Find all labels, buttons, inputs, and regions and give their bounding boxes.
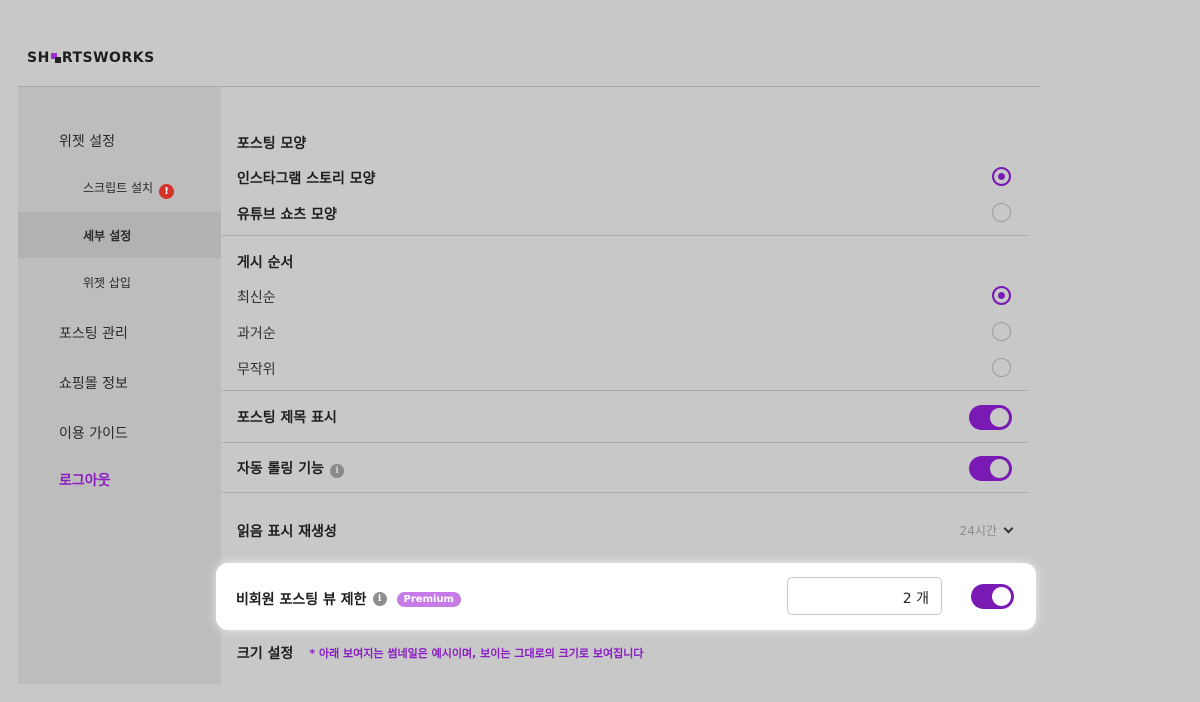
option-youtube-shorts[interactable]: 유튜브 쇼츠 모양 — [222, 203, 1028, 225]
setting-guest-view-limit: 비회원 포스팅 뷰 제한 i Premium 2 개 — [216, 563, 1036, 630]
option-label: 무작위 — [237, 362, 276, 378]
option-instagram-story[interactable]: 인스타그램 스토리 모양 — [222, 167, 1028, 189]
sidebar-item-label: 위젯 삽입 — [83, 276, 131, 290]
sidebar-item-label: 위젯 설정 — [59, 134, 115, 150]
radio-button[interactable] — [992, 358, 1011, 377]
info-icon[interactable]: i — [330, 464, 345, 478]
show-title-toggle[interactable] — [969, 405, 1012, 430]
sidebar-item-label: 이용 가이드 — [59, 426, 128, 442]
setting-label: 읽음 표시 재생성 — [237, 524, 337, 540]
guest-limit-value: 2 개 — [902, 591, 929, 607]
setting-label: 비회원 포스팅 뷰 제한 — [236, 592, 367, 608]
sidebar-item-label: 스크립트 설치 — [83, 181, 154, 195]
radio-button[interactable] — [992, 286, 1011, 305]
read-regen-dropdown[interactable]: 24시간 — [959, 522, 1014, 539]
section-title-posting-shape: 포스팅 모양 — [237, 136, 307, 152]
setting-label: 자동 롤링 기능 — [237, 461, 325, 477]
setting-read-regen: 읽음 표시 재생성 24시간 — [222, 519, 1028, 541]
sidebar-item-widget-settings[interactable]: 위젯 설정 — [18, 131, 221, 151]
premium-badge: Premium — [396, 591, 461, 607]
option-oldest[interactable]: 과거순 — [222, 322, 1028, 344]
sidebar-item-script-install[interactable]: 스크립트 설치! — [18, 179, 221, 199]
setting-show-title: 포스팅 제목 표시 — [222, 405, 1028, 430]
chevron-down-icon — [1003, 523, 1014, 534]
sidebar-item-posting-manage[interactable]: 포스팅 관리 — [18, 323, 221, 343]
alert-icon: ! — [159, 184, 175, 199]
sidebar-item-detail-settings[interactable]: 세부 설정 — [18, 212, 221, 258]
setting-size: 크기 설정 * 아래 보여지는 썸네일은 예시이며, 보이는 그대로의 크기로 … — [237, 643, 643, 663]
option-random[interactable]: 무작위 — [222, 358, 1028, 380]
size-note: * 아래 보여지는 썸네일은 예시이며, 보이는 그대로의 크기로 보여집니다 — [309, 647, 644, 660]
sidebar-item-widget-insert[interactable]: 위젯 삽입 — [18, 274, 221, 294]
radio-button[interactable] — [992, 203, 1011, 222]
sidebar-item-mall-info[interactable]: 쇼핑몰 정보 — [18, 373, 221, 393]
sidebar-item-logout[interactable]: 로그아웃 — [18, 470, 221, 490]
option-label: 인스타그램 스토리 모양 — [237, 171, 376, 187]
divider — [222, 235, 1028, 236]
divider — [222, 390, 1028, 391]
sidebar-item-label: 포스팅 관리 — [59, 326, 128, 342]
radio-button[interactable] — [992, 167, 1011, 186]
guest-limit-input[interactable]: 2 개 — [787, 577, 942, 615]
option-label: 과거순 — [237, 326, 276, 342]
option-label: 최신순 — [237, 290, 276, 306]
setting-auto-roll: 자동 롤링 기능 i — [222, 456, 1028, 481]
divider — [222, 442, 1028, 443]
sidebar: 위젯 설정 스크립트 설치! 세부 설정 위젯 삽입 포스팅 관리 쇼핑몰 정보… — [18, 87, 221, 684]
auto-roll-toggle[interactable] — [969, 456, 1012, 481]
dropdown-value: 24시간 — [959, 524, 997, 538]
setting-label: 크기 설정 — [237, 646, 294, 662]
info-icon[interactable]: i — [372, 592, 387, 606]
sidebar-item-label: 로그아웃 — [59, 473, 111, 489]
option-newest[interactable]: 최신순 — [222, 286, 1028, 308]
guest-limit-toggle[interactable] — [971, 584, 1014, 609]
brand-name-left: SH — [27, 50, 50, 66]
brand-logo[interactable]: SH RTSWORKS — [27, 50, 155, 66]
brand-mark-icon — [50, 53, 61, 63]
sidebar-item-label: 세부 설정 — [83, 229, 132, 243]
section-title-post-order: 게시 순서 — [237, 255, 294, 271]
radio-button[interactable] — [992, 322, 1011, 341]
setting-label: 포스팅 제목 표시 — [237, 410, 337, 426]
sidebar-item-label: 쇼핑몰 정보 — [59, 376, 128, 392]
option-label: 유튜브 쇼츠 모양 — [237, 207, 337, 223]
divider — [222, 492, 1028, 493]
brand-name-right: RTSWORKS — [61, 50, 155, 66]
sidebar-item-guide[interactable]: 이용 가이드 — [18, 423, 221, 443]
